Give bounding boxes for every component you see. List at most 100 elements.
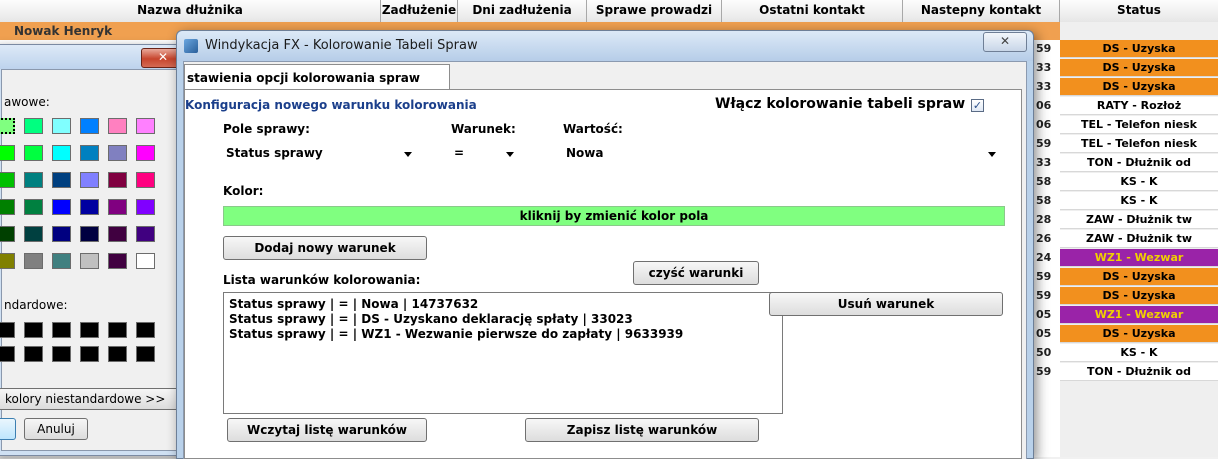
basic-color-swatch[interactable] [80, 253, 99, 269]
basic-color-swatch[interactable] [136, 199, 155, 215]
basic-color-swatch[interactable] [24, 118, 43, 134]
basic-color-swatch[interactable] [24, 199, 43, 215]
status-cell[interactable]: DS - Uzyska [1060, 59, 1218, 77]
column-header-debt[interactable]: Zadłużenie [381, 0, 458, 22]
basic-color-swatch[interactable] [24, 145, 43, 161]
next-contact-cell: 05 [1036, 327, 1052, 340]
status-cell[interactable]: TEL - Telefon niesk [1060, 116, 1218, 134]
status-cell[interactable]: WZ1 - Wezwar [1060, 306, 1218, 324]
basic-color-swatch[interactable] [108, 199, 127, 215]
basic-color-swatch[interactable] [52, 226, 71, 242]
column-header-days[interactable]: Dni zadłużenia [458, 0, 587, 22]
basic-color-swatch[interactable] [108, 226, 127, 242]
basic-color-swatch[interactable] [136, 145, 155, 161]
custom-color-swatch[interactable] [108, 346, 127, 362]
tab-coloring-settings[interactable]: stawienia opcji kolorowania spraw [184, 64, 450, 90]
basic-color-swatch[interactable] [0, 118, 15, 134]
basic-color-swatch[interactable] [80, 172, 99, 188]
basic-color-swatch[interactable] [52, 172, 71, 188]
basic-color-swatch[interactable] [136, 118, 155, 134]
basic-color-swatch[interactable] [52, 253, 71, 269]
status-cell[interactable]: DS - Uzyska [1060, 287, 1218, 305]
remove-condition-button[interactable]: Usuń warunek [769, 292, 1003, 316]
clear-conditions-button[interactable]: czyść warunki [633, 261, 759, 285]
custom-color-swatch[interactable] [136, 346, 155, 362]
cancel-button[interactable]: Anuluj [24, 418, 88, 440]
value-select[interactable]: Nowa [561, 142, 1005, 166]
basic-color-swatch[interactable] [0, 199, 15, 215]
status-cell[interactable]: DS - Uzyska [1060, 40, 1218, 58]
status-cell[interactable]: WZ1 - Wezwar [1060, 249, 1218, 267]
column-header-handler[interactable]: Sprawe prowadzi [587, 0, 722, 22]
custom-color-swatch[interactable] [108, 322, 127, 338]
ok-button[interactable] [0, 418, 16, 440]
color-dialog-titlebar[interactable]: ✕ [0, 45, 193, 69]
conditions-list[interactable]: Status sprawy | = | Nowa | 14737632 Statu… [223, 292, 783, 414]
condition-select-value: = [454, 146, 465, 160]
next-contact-cell: 33 [1036, 156, 1052, 169]
status-cell[interactable]: DS - Uzyska [1060, 78, 1218, 96]
basic-color-swatch[interactable] [52, 118, 71, 134]
close-icon: ✕ [157, 50, 169, 64]
save-conditions-button[interactable]: Zapisz listę warunków [525, 418, 759, 442]
status-cell[interactable]: KS - K [1060, 173, 1218, 191]
basic-color-swatch[interactable] [0, 145, 15, 161]
custom-color-swatch[interactable] [52, 322, 71, 338]
basic-color-swatch[interactable] [108, 145, 127, 161]
basic-color-swatch[interactable] [80, 118, 99, 134]
status-cell[interactable]: ZAW - Dłużnik tw [1060, 211, 1218, 229]
coloring-dialog-titlebar[interactable]: Windykacja FX - Kolorowanie Tabeli Spraw… [177, 31, 1033, 61]
basic-color-swatch[interactable] [136, 172, 155, 188]
custom-color-swatch[interactable] [24, 346, 43, 362]
color-bar[interactable]: kliknij by zmienić kolor pola [223, 206, 1005, 226]
status-cell[interactable]: DS - Uzyska [1060, 325, 1218, 343]
basic-color-swatch[interactable] [108, 118, 127, 134]
basic-color-swatch[interactable] [80, 199, 99, 215]
status-cell[interactable]: ZAW - Dłużnik tw [1060, 230, 1218, 248]
list-item[interactable]: Status sprawy | = | WZ1 - Wezwanie pierw… [229, 327, 777, 342]
custom-color-swatch[interactable] [80, 322, 99, 338]
column-header-last-contact[interactable]: Ostatni kontakt [722, 0, 903, 22]
custom-color-swatch[interactable] [52, 346, 71, 362]
basic-color-swatch[interactable] [24, 172, 43, 188]
basic-color-swatch[interactable] [108, 172, 127, 188]
custom-color-swatch[interactable] [0, 322, 15, 338]
load-conditions-button[interactable]: Wczytaj listę warunków [227, 418, 427, 442]
basic-color-swatch[interactable] [0, 172, 15, 188]
status-cell[interactable]: TON - Dłużnik od [1060, 154, 1218, 172]
condition-select[interactable]: = [449, 142, 523, 166]
basic-color-swatch[interactable] [0, 226, 15, 242]
field-select[interactable]: Status sprawy [221, 142, 421, 166]
basic-color-swatch[interactable] [108, 253, 127, 269]
list-item[interactable]: Status sprawy | = | DS - Uzyskano deklar… [229, 312, 777, 327]
status-cell[interactable]: KS - K [1060, 192, 1218, 210]
define-custom-colors-button[interactable]: kolory niestandardowe >> [0, 388, 182, 410]
basic-color-swatch[interactable] [52, 145, 71, 161]
basic-color-swatch[interactable] [80, 226, 99, 242]
column-header-debtor-name[interactable]: Nazwa dłużnika [0, 0, 381, 22]
enable-coloring-checkbox[interactable]: ✓ [971, 99, 984, 112]
custom-color-swatch[interactable] [0, 346, 15, 362]
basic-color-swatch[interactable] [24, 226, 43, 242]
field-label: Pole sprawy: [223, 122, 310, 136]
basic-color-swatch[interactable] [0, 253, 15, 269]
custom-color-swatch[interactable] [136, 322, 155, 338]
add-condition-button[interactable]: Dodaj nowy warunek [223, 236, 427, 260]
basic-color-swatch[interactable] [80, 145, 99, 161]
status-cell[interactable]: TON - Dłużnik od [1060, 363, 1218, 381]
dialog-close-button[interactable]: ✕ [983, 32, 1027, 52]
column-header-next-contact[interactable]: Nastepny kontakt [903, 0, 1060, 22]
status-cell[interactable]: KS - K [1060, 344, 1218, 362]
list-item[interactable]: Status sprawy | = | Nowa | 14737632 [229, 297, 777, 312]
custom-color-swatch[interactable] [80, 346, 99, 362]
status-cell[interactable]: DS - Uzyska [1060, 268, 1218, 286]
basic-color-swatch[interactable] [24, 253, 43, 269]
basic-color-swatch[interactable] [52, 199, 71, 215]
basic-color-swatch[interactable] [136, 253, 155, 269]
custom-colors-label: ndardowe: [4, 298, 68, 312]
custom-color-swatch[interactable] [24, 322, 43, 338]
column-header-status[interactable]: Status [1060, 0, 1218, 22]
status-cell[interactable]: RATY - Rozłoż [1060, 97, 1218, 115]
basic-color-swatch[interactable] [136, 226, 155, 242]
status-cell[interactable]: TEL - Telefon niesk [1060, 135, 1218, 153]
